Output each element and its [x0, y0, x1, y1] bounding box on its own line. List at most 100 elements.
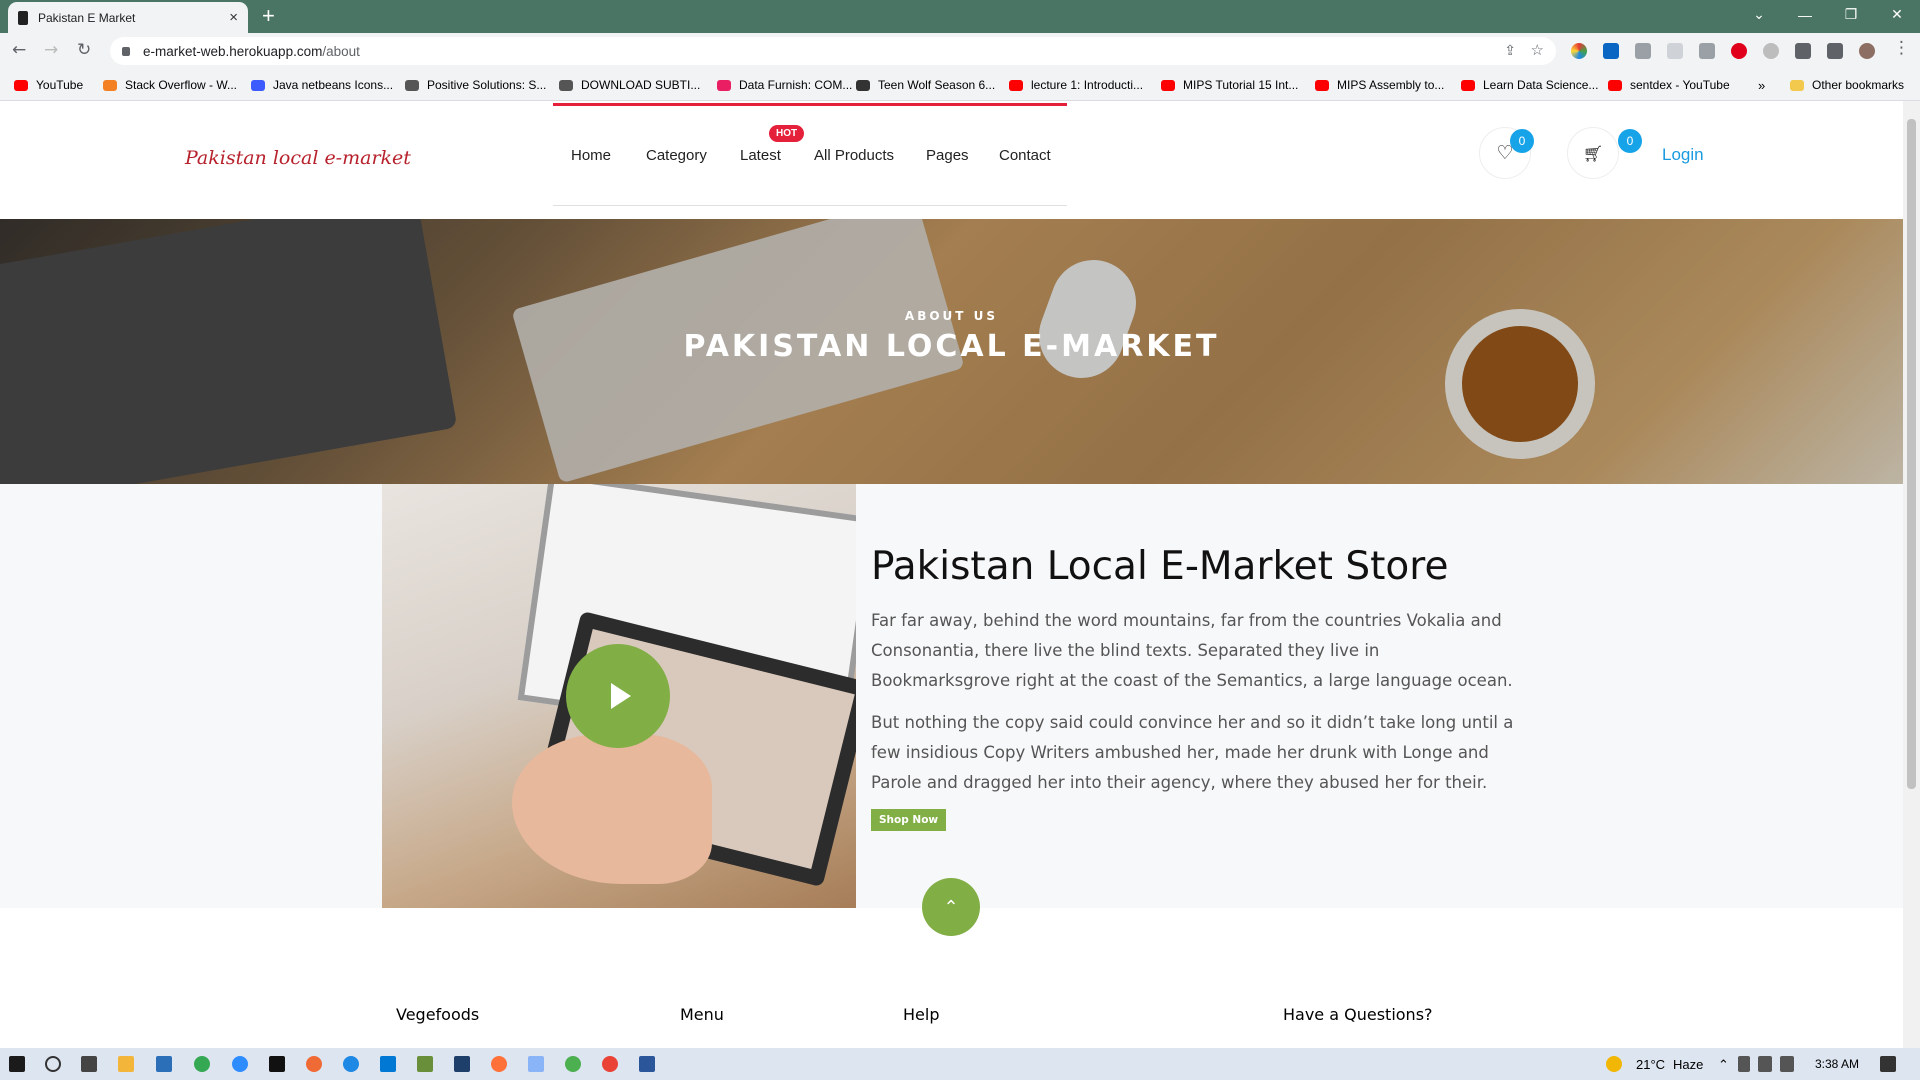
tray-chevron-icon[interactable]: ⌃ [1718, 1057, 1729, 1073]
extensions-puzzle-icon[interactable] [1795, 43, 1811, 59]
reload-icon[interactable]: ↻ [77, 40, 91, 60]
app-icon[interactable] [454, 1056, 470, 1072]
nav-home[interactable]: Home [571, 147, 611, 164]
firefox-icon[interactable] [491, 1056, 507, 1072]
scrollbar-thumb[interactable] [1907, 119, 1916, 789]
bookmark-favicon-icon [1461, 79, 1475, 91]
window-close-icon[interactable]: ✕ [1874, 0, 1920, 29]
about-paragraph-1: Far far away, behind the word mountains,… [871, 611, 1513, 690]
volume-icon[interactable] [1780, 1056, 1794, 1072]
url-path: /about [322, 43, 360, 59]
back-icon[interactable]: ← [12, 40, 26, 60]
scroll-to-top-button[interactable]: ⌃ [922, 878, 980, 936]
app-icon[interactable] [565, 1056, 581, 1072]
chrome-icon[interactable] [194, 1056, 210, 1072]
extension-icon[interactable] [1635, 43, 1651, 59]
bookmark-favicon-icon [856, 79, 870, 91]
minimize-icon[interactable]: — [1782, 0, 1828, 29]
task-view-icon[interactable] [81, 1056, 97, 1072]
other-bookmarks[interactable]: Other bookmarks [1790, 78, 1904, 92]
pycharm-icon[interactable] [269, 1056, 285, 1072]
vscode-icon[interactable] [380, 1056, 396, 1072]
bookmark-item[interactable]: DOWNLOAD SUBTI... [559, 78, 700, 92]
bookmark-star-icon[interactable]: ☆ [1531, 41, 1544, 59]
tab-search-icon[interactable]: ⌄ [1736, 0, 1782, 29]
share-icon[interactable]: ⇪ [1504, 42, 1516, 59]
nav-latest[interactable]: Latest [740, 147, 781, 164]
bookmark-item[interactable]: MIPS Assembly to... [1315, 78, 1444, 92]
address-bar[interactable]: e-market-web.herokuapp.com /about ⇪ ☆ [110, 37, 1556, 65]
browser-tab-strip: Pakistan E Market × + ⌄ — ❐ ✕ [0, 0, 1920, 33]
app-icon[interactable] [306, 1056, 322, 1072]
network-icon[interactable] [1758, 1056, 1772, 1072]
nav-category[interactable]: Category [646, 147, 707, 164]
bookmark-item[interactable]: Positive Solutions: S... [405, 78, 546, 92]
more-bookmarks-icon[interactable]: » [1758, 78, 1765, 93]
app-icon[interactable] [343, 1056, 359, 1072]
profile-avatar[interactable] [1859, 43, 1875, 59]
site-logo[interactable]: Pakistan local e-market [185, 147, 411, 169]
browser-tab[interactable]: Pakistan E Market × [8, 2, 248, 33]
login-link[interactable]: Login [1662, 145, 1704, 165]
file-explorer-icon[interactable] [118, 1056, 134, 1072]
browser-menu-icon[interactable]: ⋮ [1893, 38, 1910, 58]
restore-icon[interactable]: ❐ [1828, 0, 1874, 29]
extension-linkedin-icon[interactable] [1603, 43, 1619, 59]
bookmark-item[interactable]: MIPS Tutorial 15 Int... [1161, 78, 1298, 92]
windows-start-icon[interactable] [9, 1056, 25, 1072]
folder-icon [1790, 79, 1804, 91]
about-paragraph-2: But nothing the copy said could convince… [871, 713, 1514, 792]
extension-opera-icon[interactable] [1731, 43, 1747, 59]
nav-contact[interactable]: Contact [999, 147, 1051, 164]
lock-icon [122, 46, 130, 56]
footer-heading-vegefoods: Vegefoods [396, 1005, 480, 1024]
zoom-icon[interactable] [232, 1056, 248, 1072]
extension-globe-icon[interactable] [1763, 43, 1779, 59]
cart-button[interactable]: 🛒︎ [1567, 127, 1619, 179]
store-icon[interactable] [156, 1056, 172, 1072]
about-title: Pakistan Local E-Market Store [871, 544, 1449, 589]
chrome-active-icon[interactable] [602, 1056, 618, 1072]
search-icon[interactable] [45, 1056, 61, 1072]
bookmark-item[interactable]: Teen Wolf Season 6... [856, 78, 995, 92]
close-tab-icon[interactable]: × [229, 9, 238, 26]
page-scrollbar[interactable] [1903, 101, 1920, 1048]
app-icon[interactable] [528, 1056, 544, 1072]
side-panel-icon[interactable] [1827, 43, 1843, 59]
bookmark-item[interactable]: sentdex - YouTube [1608, 78, 1730, 92]
bookmark-label: sentdex - YouTube [1630, 78, 1730, 92]
weather-temperature[interactable]: 21°C [1636, 1057, 1665, 1072]
bookmark-label: Teen Wolf Season 6... [878, 78, 996, 92]
hero-subtitle: ABOUT US [904, 309, 999, 323]
play-video-button[interactable] [566, 644, 670, 748]
clock-time[interactable]: 3:38 AM [1815, 1057, 1859, 1071]
bookmark-item[interactable]: lecture 1: Introducti... [1009, 78, 1143, 92]
footer-heading-menu: Menu [680, 1005, 724, 1024]
extension-color-icon[interactable] [1571, 43, 1587, 59]
bookmark-label: Stack Overflow - W... [125, 78, 238, 92]
forward-icon[interactable]: → [44, 40, 58, 60]
word-icon[interactable] [639, 1056, 655, 1072]
notifications-icon[interactable] [1880, 1056, 1896, 1072]
bookmark-item[interactable]: Learn Data Science... [1461, 78, 1598, 92]
nav-pages[interactable]: Pages [926, 147, 969, 164]
shop-now-button[interactable]: Shop Now [871, 809, 947, 831]
nav-all-products[interactable]: All Products [814, 147, 894, 164]
bookmark-item[interactable]: Stack Overflow - W... [103, 78, 237, 92]
bookmark-label: lecture 1: Introducti... [1031, 78, 1144, 92]
notepad-icon[interactable] [417, 1056, 433, 1072]
bookmark-item[interactable]: Java netbeans Icons... [251, 78, 393, 92]
extension-icon[interactable] [1699, 43, 1715, 59]
weather-condition[interactable]: Haze [1673, 1057, 1703, 1072]
hot-badge: HOT [769, 125, 805, 142]
wishlist-count-badge: 0 [1510, 129, 1534, 153]
extension-icon[interactable] [1667, 43, 1683, 59]
url-host: e-market-web.herokuapp.com [143, 43, 323, 59]
bookmark-item[interactable]: YouTube [14, 78, 83, 92]
new-tab-button[interactable]: + [262, 3, 275, 29]
bookmark-item[interactable]: Data Furnish: COM... [717, 78, 852, 92]
hero-title: PAKISTAN LOCAL E-MARKET [683, 329, 1220, 364]
weather-icon[interactable] [1606, 1056, 1622, 1072]
tray-icon[interactable] [1738, 1056, 1750, 1072]
bookmark-favicon-icon [1009, 79, 1023, 91]
